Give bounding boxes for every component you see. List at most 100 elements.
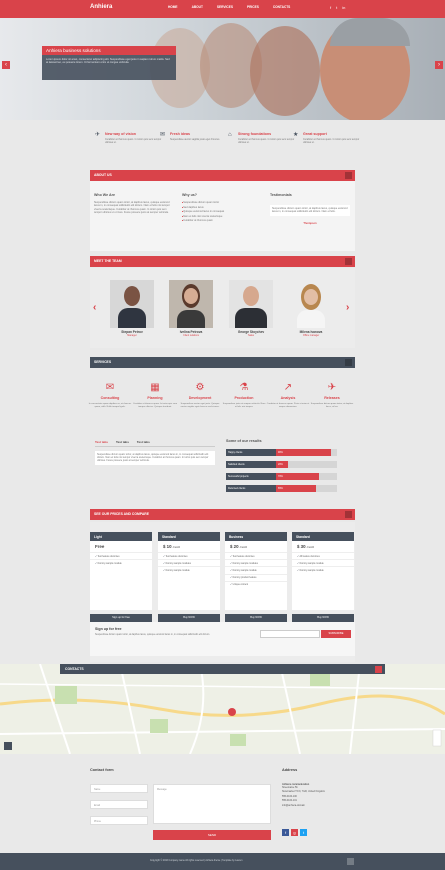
- twitter-icon[interactable]: t: [336, 5, 337, 10]
- facebook-icon[interactable]: f: [282, 829, 289, 836]
- hero-hair-image: [330, 18, 410, 46]
- plan-feature: Dummy sample module: [292, 566, 354, 573]
- slider-prev-button[interactable]: ‹: [2, 61, 10, 69]
- service-text: Curabitur at rhoncus quam. Proin at enim…: [266, 403, 310, 408]
- buy-now-button[interactable]: Buy NOW: [158, 614, 220, 622]
- who-we-are-text: Suspendisse dictum quam tortor, at dapib…: [94, 201, 170, 214]
- team-member[interactable]: Milena Ivanova Office manager: [289, 280, 333, 337]
- googleplus-icon[interactable]: g: [291, 829, 298, 836]
- feature-title: Great support: [303, 132, 327, 136]
- main-nav: HOME ABOUT SERVICES PRICES CONTACTS: [168, 5, 290, 9]
- skill-label: Returned clients: [226, 485, 276, 492]
- service-title: Consulting: [100, 396, 120, 400]
- close-icon[interactable]: [375, 665, 382, 673]
- member-photo: [229, 280, 273, 328]
- hero-title: Anhiera business solutions: [42, 46, 176, 55]
- signup-email-input[interactable]: [260, 630, 320, 638]
- collapse-icon[interactable]: [345, 359, 352, 366]
- nav-prices[interactable]: PRICES: [247, 5, 259, 9]
- hero-text: Lorem ipsum dolor sit amet, consectetur …: [46, 58, 170, 65]
- skill-bar: Successful projects 70%: [226, 473, 337, 480]
- plan-feature: Dummy sample module: [90, 559, 152, 566]
- analysis-icon: ↗: [283, 382, 293, 393]
- site-logo[interactable]: Anhiera: [90, 4, 112, 10]
- member-photo: [110, 280, 154, 328]
- plan-feature: Dummy sample module: [158, 566, 220, 573]
- plan-price: $ 10: [163, 544, 172, 549]
- name-field[interactable]: Name: [90, 784, 148, 793]
- location-map[interactable]: [0, 664, 445, 754]
- buy-now-button[interactable]: Buy NOW: [292, 614, 354, 622]
- plan-name: Standard: [292, 532, 354, 541]
- why-us-item: Curabitur at rhoncus quam: [182, 219, 262, 224]
- team-next-arrow[interactable]: ›: [346, 302, 349, 313]
- service-title: Releases: [324, 396, 340, 400]
- send-button[interactable]: SEND: [153, 830, 271, 840]
- twitter-icon[interactable]: t: [300, 829, 307, 836]
- pricing-plan: Standard $ 30 /month All feature dummies…: [292, 532, 354, 622]
- member-role: Client relations: [183, 334, 199, 337]
- service-title: Production: [234, 396, 254, 400]
- consulting-icon: ✉: [105, 382, 115, 393]
- member-role: Office manager: [302, 334, 320, 337]
- tab-2[interactable]: Test tabs: [116, 440, 129, 444]
- plan-feature: Dummy sample modules: [158, 559, 220, 566]
- message-field[interactable]: Message: [153, 784, 271, 824]
- team-member[interactable]: Ivelina Petrova Client relations: [169, 280, 213, 337]
- email-link[interactable]: info@anhiera-domain: [282, 804, 352, 807]
- facebook-icon[interactable]: f: [330, 5, 331, 10]
- team-member[interactable]: Stepan Petrov Manager: [110, 280, 154, 337]
- feature-text: Suspendisse auctor sagittis justo eget r…: [170, 138, 220, 141]
- collapse-icon[interactable]: [345, 511, 352, 518]
- slider-next-button[interactable]: ›: [435, 61, 443, 69]
- plan-price: $ 30: [297, 544, 306, 549]
- plan-feature: Test feature dummies: [90, 552, 152, 559]
- services-section-bar: SERVICES: [90, 357, 355, 368]
- signup-free-button[interactable]: Sign up for free: [90, 614, 152, 622]
- feature-title: New way of vision: [105, 132, 136, 136]
- service-text: Suspendisse justo at semper vehicula. Na…: [222, 403, 266, 408]
- linkedin-icon[interactable]: in: [342, 5, 345, 10]
- subscribe-button[interactable]: SUBSCRIBE: [321, 630, 351, 638]
- service-item: ✉ Consulting In consectetur quam dapibus…: [88, 382, 132, 409]
- testimonials-title: Testimonials: [270, 193, 292, 197]
- nav-services[interactable]: SERVICES: [217, 5, 233, 9]
- service-item: ↗ Analysis Curabitur at rhoncus quam. Pr…: [266, 382, 310, 409]
- member-photo: [289, 280, 333, 328]
- collapse-icon[interactable]: [345, 258, 352, 265]
- section-title: ABOUT US: [94, 173, 112, 177]
- production-icon: ⚗: [239, 382, 249, 393]
- signup-box: Sign up for free Suspendisse dictum quam…: [90, 622, 355, 656]
- plan-name: Standard: [158, 532, 220, 541]
- nav-contacts[interactable]: CONTACTS: [273, 5, 290, 9]
- nav-about[interactable]: ABOUT: [192, 5, 203, 9]
- tab-3[interactable]: Test tabs: [137, 440, 150, 444]
- collapse-icon[interactable]: [345, 172, 352, 179]
- planning-icon: ▦: [150, 382, 160, 393]
- team-member[interactable]: George Stoychev Sales: [229, 280, 273, 337]
- plan-price: Free: [95, 544, 105, 549]
- development-icon: ⚙: [195, 382, 205, 393]
- buy-now-button[interactable]: Buy NOW: [225, 614, 287, 622]
- pricing-plan: Business $ 20 /month Test feature dummie…: [225, 532, 287, 622]
- plan-price: $ 20: [230, 544, 239, 549]
- testimonial-text: Suspendisse dictum quam tortor, at dapib…: [270, 205, 350, 216]
- hero-caption: Anhiera business solutions Lorem ipsum d…: [42, 46, 176, 80]
- hero-person-image: [250, 26, 320, 116]
- scroll-top-icon[interactable]: [347, 858, 354, 865]
- phone-field[interactable]: Phone: [90, 816, 148, 825]
- section-title: MEET THE TEAM: [94, 259, 122, 263]
- skill-bar: Returned clients 65%: [226, 485, 337, 492]
- plan-feature: All feature dummies: [292, 552, 354, 559]
- tab-1[interactable]: Test tabs: [95, 440, 108, 444]
- team-panel: Stepan Petrov Manager Ivelina Petrova Cl…: [90, 268, 355, 348]
- skill-label: Happy clients: [226, 449, 276, 456]
- releases-icon: ✈: [327, 382, 337, 393]
- email-field[interactable]: Email: [90, 800, 148, 809]
- about-panel: Who We Are Suspendisse dictum quam torto…: [90, 181, 355, 251]
- plan-feature: Test feature dummies: [158, 552, 220, 559]
- nav-home[interactable]: HOME: [168, 5, 178, 9]
- pricing-section-bar: SEE OUR PRICES AND COMPARE: [90, 509, 355, 520]
- skills-title: Some of our results: [226, 439, 262, 443]
- team-prev-arrow[interactable]: ‹: [93, 302, 96, 313]
